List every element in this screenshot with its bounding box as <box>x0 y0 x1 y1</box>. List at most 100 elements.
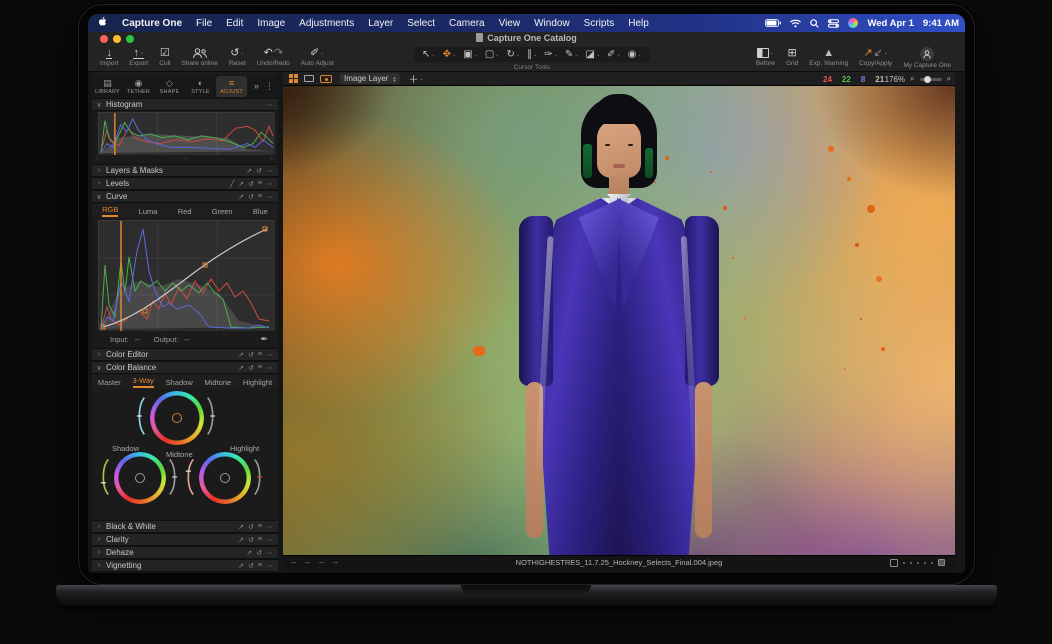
image-canvas[interactable] <box>283 86 955 555</box>
midtone-luma-slider-left[interactable] <box>136 394 146 438</box>
eraser-tool[interactable]: ◪⌄ <box>585 49 600 60</box>
eyedropper-icon[interactable]: ✒ <box>260 334 278 345</box>
siri-icon[interactable] <box>848 18 858 28</box>
style-brush-tool[interactable]: ✎⌄ <box>565 49 579 60</box>
copy-adjustments-icon[interactable]: ↗ <box>238 536 244 544</box>
menu-item-image[interactable]: Image <box>250 18 292 29</box>
menu-item-layer[interactable]: Layer <box>361 18 400 29</box>
menu-item-help[interactable]: Help <box>621 18 656 29</box>
presets-icon[interactable]: ≡ <box>258 536 262 544</box>
undo-icon[interactable]: ↶ <box>264 47 273 59</box>
wifi-icon[interactable] <box>790 19 801 28</box>
curve-tab-luma[interactable]: Luma <box>139 207 158 216</box>
rotate-tool[interactable]: ↻⌄ <box>507 49 521 60</box>
color-picker-tool[interactable]: ✑⌄ <box>544 49 558 60</box>
presets-icon[interactable]: ≡ <box>258 364 262 372</box>
cb-tab-midtone[interactable]: Midtone <box>204 378 231 387</box>
panel-header-levels[interactable]: › Levels ╱↗↺≡⋯ <box>92 177 278 190</box>
tab-shape[interactable]: ◇SHAPE <box>154 78 185 95</box>
more-icon[interactable]: ⋯ <box>266 101 273 109</box>
auto-adjust-button[interactable]: ✐⌄Auto Adjust <box>301 47 334 67</box>
midtone-wheel-point[interactable] <box>172 413 182 423</box>
more-icon[interactable]: ⋯ <box>266 562 273 570</box>
auto-pick-icon[interactable]: ╱ <box>230 180 234 188</box>
cull-button[interactable]: ☑Cull <box>159 47 170 67</box>
tab-style[interactable]: ◐STYLE <box>185 78 216 95</box>
reset-panel-icon[interactable]: ↺ <box>256 167 262 175</box>
cb-tab-3way[interactable]: 3-Way <box>133 376 154 388</box>
panel-header-vignetting[interactable]: › Vignetting ↗↺≡⋯ <box>92 559 278 572</box>
copy-adjustments-icon[interactable]: ↗ <box>238 523 244 531</box>
panel-header-layers-masks[interactable]: › Layers & Masks ↗↺⋯ <box>92 164 278 177</box>
more-icon[interactable]: ⋯ <box>266 180 273 188</box>
battery-icon[interactable] <box>765 19 781 27</box>
copy-adjustments-icon[interactable]: ↗ <box>238 351 244 359</box>
cb-tab-master[interactable]: Master <box>98 378 121 387</box>
shadow-sat-slider-right[interactable] <box>168 455 178 499</box>
copy-adjustments-icon[interactable]: ↗ <box>238 180 244 188</box>
copy-icon[interactable]: ↗ <box>863 47 872 59</box>
redo-icon[interactable]: ↷ <box>274 47 283 59</box>
presets-icon[interactable]: ≡ <box>258 193 262 201</box>
reset-panel-icon[interactable]: ↺ <box>248 193 254 201</box>
menu-item-adjustments[interactable]: Adjustments <box>292 18 361 29</box>
panel-header-curve[interactable]: ∨ Curve ↗↺≡⋯ <box>92 190 278 203</box>
more-icon[interactable]: ⋯ <box>266 193 273 201</box>
zoom-out-icon[interactable]: ⌕ <box>910 74 914 84</box>
more-icon[interactable]: ⋯ <box>266 523 273 531</box>
reset-panel-icon[interactable]: ↺ <box>248 523 254 531</box>
draw-mask-tool[interactable]: ✐⌄ <box>607 49 621 60</box>
panel-header-histogram[interactable]: ∨ Histogram ⋯ <box>92 98 278 111</box>
reset-panel-icon[interactable]: ↺ <box>248 180 254 188</box>
add-layer-button[interactable]: ＋⌄ <box>408 71 423 86</box>
curve-tab-blue[interactable]: Blue <box>253 207 268 216</box>
curve-tab-green[interactable]: Green <box>212 207 233 216</box>
zoom-slider[interactable] <box>920 78 942 81</box>
import-button[interactable]: ↓Import <box>100 47 118 67</box>
menu-item-window[interactable]: Window <box>527 18 577 29</box>
pointer-tool[interactable]: ↖⌄ <box>422 49 436 60</box>
my-capture-one-button[interactable]: My Capture One <box>903 47 951 69</box>
menu-time[interactable]: 9:41 AM <box>923 18 959 29</box>
menu-date[interactable]: Wed Apr 1 <box>867 18 913 29</box>
menu-item-file[interactable]: File <box>189 18 219 29</box>
more-icon[interactable]: ⋯ <box>266 167 273 175</box>
more-icon[interactable]: ⋯ <box>266 351 273 359</box>
panel-header-color-balance[interactable]: ∨ Color Balance ↗↺≡⋯ <box>92 361 278 374</box>
export-button[interactable]: ↑⌄Export <box>129 47 148 67</box>
exposure-warning-button[interactable]: ▲Exp. Warning <box>809 47 848 67</box>
zoom-slider-handle[interactable] <box>924 76 931 83</box>
tab-library[interactable]: ▤LIBRARY <box>92 78 123 95</box>
mask-visibility-icon[interactable] <box>320 75 332 83</box>
panel-header-color-editor[interactable]: › Color Editor ↗↺≡⋯ <box>92 348 278 361</box>
curve-tab-rgb[interactable]: RGB <box>102 205 118 217</box>
reset-panel-icon[interactable]: ↺ <box>248 364 254 372</box>
highlight-luma-slider-left[interactable] <box>185 455 195 499</box>
highlight-wheel-point[interactable] <box>220 473 230 483</box>
pan-tool[interactable]: ✥⌄ <box>443 49 457 60</box>
reset-panel-icon[interactable]: ↺ <box>248 536 254 544</box>
tab-tether[interactable]: ◉TETHER <box>123 78 154 95</box>
presets-icon[interactable]: ≡ <box>258 562 262 570</box>
shadow-luma-slider-left[interactable] <box>100 455 110 499</box>
copy-adjustments-icon[interactable]: ↗ <box>238 562 244 570</box>
presets-icon[interactable]: ≡ <box>258 351 262 359</box>
single-view-icon[interactable] <box>304 75 314 82</box>
more-icon[interactable]: ⋯ <box>266 549 273 557</box>
apple-menu[interactable] <box>88 16 115 30</box>
spotlight-search-icon[interactable] <box>810 19 819 28</box>
zoom-level[interactable]: 176% <box>885 75 905 84</box>
copy-adjustments-icon[interactable]: ↗ <box>246 549 252 557</box>
grid-button[interactable]: ⊞Grid <box>786 47 798 67</box>
panel-header-black-white[interactable]: › Black & White ↗↺≡⋯ <box>92 520 278 533</box>
tab-overflow-icon[interactable]: ⋮ <box>265 81 274 92</box>
menu-item-capture-one[interactable]: Capture One <box>115 18 189 29</box>
annotations-tool[interactable]: ◉⌄ <box>628 49 642 60</box>
tab-adjust[interactable]: ≡ADJUST <box>216 76 247 97</box>
crop-tool[interactable]: ▢⌄ <box>485 49 500 60</box>
menu-item-camera[interactable]: Camera <box>442 18 492 29</box>
curve-graph[interactable] <box>98 220 274 330</box>
panel-header-clarity[interactable]: › Clarity ↗↺≡⋯ <box>92 533 278 546</box>
menu-item-scripts[interactable]: Scripts <box>577 18 622 29</box>
layer-selector[interactable]: Image Layer▲▼ <box>340 73 400 84</box>
